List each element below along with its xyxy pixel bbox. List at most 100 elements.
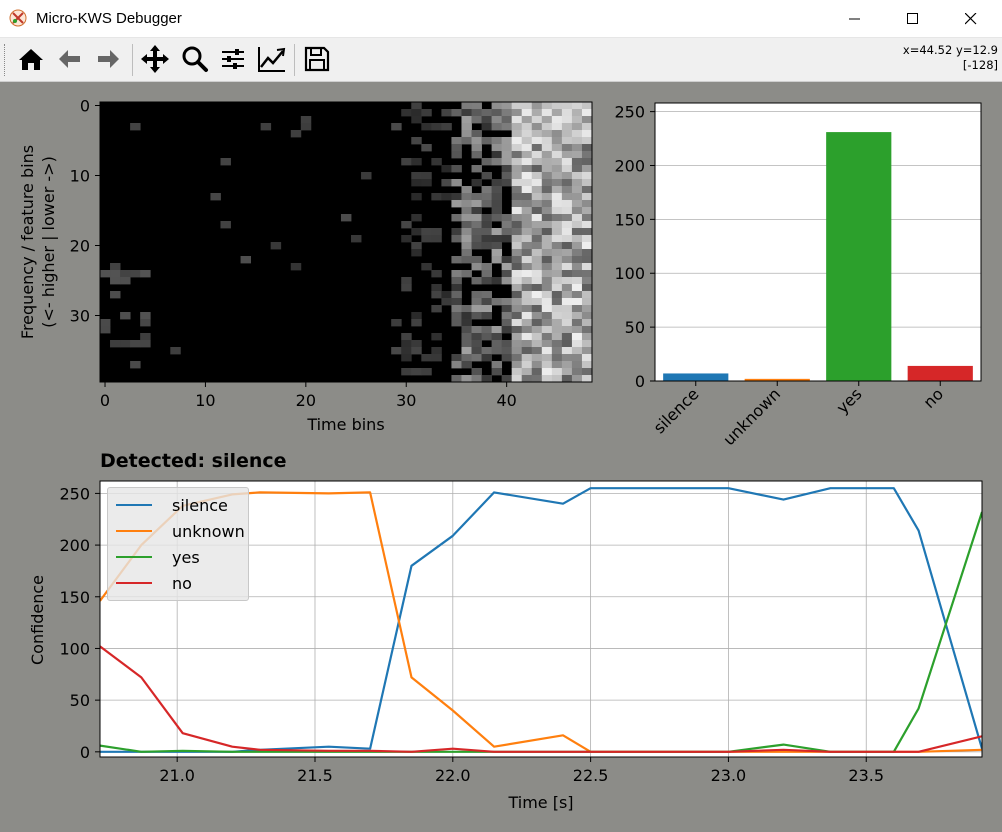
heatmap-cell [531,354,543,362]
heatmap-cell [421,172,432,180]
heatmap-cell [451,375,462,383]
heatmap-cell [551,130,563,138]
heatmap-cell [461,109,472,117]
heatmap-cell [511,151,523,159]
heatmap-cell [521,172,533,180]
heatmap-cell [541,249,553,257]
heatmap-cell [511,109,523,117]
heatmap-cell [561,221,573,229]
cursor-coordinates: x=44.52 y=12.9 [-128] [903,43,998,73]
heatmap-cell [461,312,472,320]
heatmap-cell [511,284,523,292]
zoom-button[interactable] [178,42,212,76]
heatmap-cell [461,207,472,215]
heatmap-cell [541,165,553,173]
heatmap-cell [531,319,543,327]
back-button[interactable] [53,42,87,76]
heatmap-cell [571,333,583,341]
heatmap-cell [511,270,523,278]
heatmap-cell [551,137,563,145]
heatmap-cell [551,298,563,306]
heatmap-cell [581,137,593,145]
heatmap-cell [140,270,151,278]
heatmap-cell [501,277,513,285]
app-icon [9,9,27,27]
heatmap-cell [531,312,543,320]
heatmap-cell [391,347,402,355]
heatmap-cell [511,193,523,201]
line-ytick-label: 50 [70,691,90,710]
heatmap-cell [481,312,492,320]
subplots-button[interactable] [216,42,250,76]
heatmap-cell [561,102,573,110]
minimize-button[interactable] [826,0,884,38]
close-button[interactable] [942,0,1000,38]
heatmap-cell [491,207,503,215]
heatmap-cell [471,291,482,299]
heatmap-cell [240,256,252,264]
heatmap-cell [461,186,472,194]
heatmap-cell [541,102,553,110]
heatmap-cell [521,179,533,187]
heatmap-cell [431,193,442,201]
heatmap-cell [531,368,543,376]
figure-canvas[interactable]: 0 10 20 30 40 0 10 20 30 Time bins Frequency / fea… [0,82,1002,832]
heatmap-cell [581,284,593,292]
heatmap-cell [521,284,533,292]
heatmap-cell [401,235,412,243]
pan-button[interactable] [138,42,172,76]
heatmap-cell [491,333,503,341]
heatmap-cell [551,326,563,334]
heatmap-cell [521,221,533,229]
heatmap-cell [531,193,543,201]
heatmap-cell [531,340,543,348]
customize-button[interactable] [255,42,289,76]
heatmap-cell [511,361,523,369]
heatmap-cell [501,158,513,166]
heatmap-cell [541,200,553,208]
heatmap-cell [461,137,472,145]
heatmap-cell [491,242,503,250]
heatmap-cell [581,179,593,187]
heatmap-cell [401,347,412,355]
heatmap-cell [451,291,462,299]
heatmap-cell [511,291,523,299]
heatmap-cell [471,109,482,117]
heatmap-ytick-label: 0 [80,97,90,116]
save-button[interactable] [300,42,334,76]
heatmap-cell [551,186,563,194]
heatmap-cell [471,137,482,145]
heatmap-cell [571,228,583,236]
heatmap-cell [511,347,523,355]
heatmap-cell [561,179,573,187]
heatmap-cell [551,242,563,250]
heatmap-cell [471,200,482,208]
heatmap-cell [551,158,563,166]
forward-button[interactable] [91,42,125,76]
heatmap-cell [431,123,442,131]
heatmap-cell [130,340,141,348]
heatmap-cell [130,270,141,278]
heatmap-cell [451,256,462,264]
heatmap-cell [461,242,472,250]
toolbar-grip[interactable] [4,44,8,76]
line-xtick-label: 21.0 [159,766,195,785]
heatmap-cell [531,333,543,341]
heatmap-cell [551,340,563,348]
heatmap-cell [481,277,492,285]
maximize-button[interactable] [884,0,942,38]
bar-yes [826,132,892,381]
heatmap-cell [421,179,432,187]
heatmap-cell [461,270,472,278]
heatmap-cell [581,249,593,257]
home-button[interactable] [14,42,48,76]
heatmap-cell [571,270,583,278]
heatmap-cell [581,172,593,180]
heatmap-cell [491,151,503,159]
heatmap-cell [431,284,442,292]
heatmap-cell [411,102,422,110]
heatmap-cell [451,165,462,173]
heatmap-cell [551,263,563,271]
heatmap-cell [541,172,553,180]
heatmap-cell [541,284,553,292]
